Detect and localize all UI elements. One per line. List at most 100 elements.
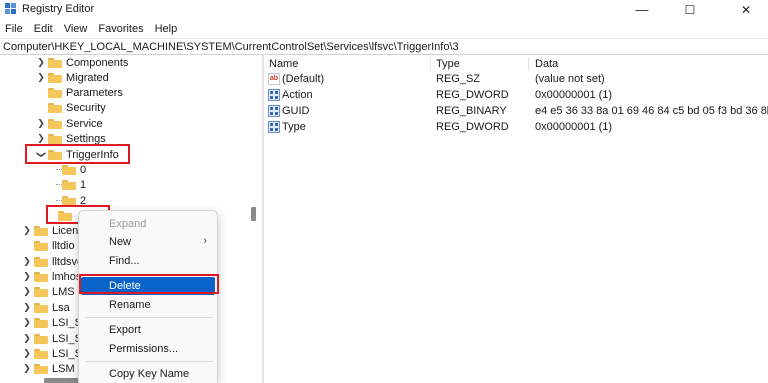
tree-item-lsa[interactable]: ❯ Lsa — [22, 300, 70, 315]
menu-item-copy-key-name[interactable]: Copy Key Name — [81, 365, 215, 383]
value-data: (value not set) — [535, 73, 605, 85]
tree-vertical-scrollbar[interactable] — [250, 55, 258, 377]
chevron-right-icon[interactable]: ❯ — [22, 284, 32, 299]
value-data: 0x00000001 (1) — [535, 89, 613, 101]
menu-view[interactable]: View — [59, 20, 94, 38]
column-header-name[interactable]: Name — [269, 58, 298, 70]
scroll-thumb[interactable] — [251, 207, 256, 221]
menu-separator — [85, 317, 213, 318]
minimize-button[interactable]: — — [620, 0, 664, 19]
menu-item-permissions[interactable]: Permissions... — [81, 340, 215, 358]
values-list: Name Type Data ab (Default) REG_SZ (valu… — [264, 55, 768, 383]
tree-item-label: LMS — [52, 285, 75, 298]
tree-item-security[interactable]: Security — [48, 100, 106, 115]
tree-item-label: Settings — [66, 132, 106, 145]
title-bar: Registry Editor — ☐ ✕ — [0, 0, 768, 19]
folder-icon — [48, 133, 62, 144]
binary-value-icon — [268, 89, 280, 101]
context-menu: Expand New › Find... Delete Rename Expor… — [78, 210, 218, 383]
address-bar[interactable]: Computer\HKEY_LOCAL_MACHINE\SYSTEM\Curre… — [0, 38, 768, 55]
tree-item-lmhosts[interactable]: ❯ lmhos — [22, 269, 81, 284]
tree-item-label: 1 — [80, 178, 87, 191]
folder-icon — [48, 72, 62, 83]
folder-icon — [34, 302, 48, 313]
tree-item-lltdsvc[interactable]: ❯ lltdsvc — [22, 254, 82, 269]
menu-item-new[interactable]: New › — [81, 233, 215, 251]
menu-edit[interactable]: Edit — [29, 20, 59, 38]
menu-item-export[interactable]: Export — [81, 321, 215, 339]
chevron-right-icon[interactable]: ❯ — [22, 300, 32, 315]
value-row[interactable]: Type REG_DWORD 0x00000001 (1) — [264, 120, 768, 136]
folder-icon — [62, 195, 76, 206]
chevron-right-icon[interactable]: ❯ — [22, 269, 32, 284]
chevron-right-icon[interactable]: ❯ — [22, 361, 32, 376]
binary-value-icon — [268, 121, 280, 133]
value-name: GUID — [282, 105, 310, 117]
maximize-button[interactable]: ☐ — [668, 0, 712, 19]
menu-item-find[interactable]: Find... — [81, 252, 215, 270]
value-name: Type — [282, 121, 306, 133]
tree-item-label: Migrated — [66, 71, 109, 84]
folder-icon — [34, 333, 48, 344]
tree-item-label: Security — [66, 101, 106, 114]
close-button[interactable]: ✕ — [724, 0, 768, 19]
menu-separator — [85, 361, 213, 362]
folder-icon — [34, 363, 48, 374]
value-type: REG_BINARY — [436, 105, 507, 117]
menu-item-label: New — [109, 236, 132, 248]
column-header-data[interactable]: Data — [535, 58, 558, 70]
chevron-right-icon[interactable]: ❯ — [36, 116, 46, 131]
chevron-right-icon[interactable]: ❯ — [36, 55, 46, 70]
menu-bar: File Edit View Favorites Help — [0, 20, 183, 38]
tree-item-lms[interactable]: ❯ LMS — [22, 284, 75, 299]
chevron-right-icon: › — [203, 235, 207, 247]
menu-favorites[interactable]: Favorites — [93, 20, 149, 38]
folder-icon — [34, 348, 48, 359]
string-value-icon: ab — [268, 73, 280, 85]
chevron-right-icon[interactable]: ❯ — [22, 331, 32, 346]
menu-help[interactable]: Help — [150, 20, 184, 38]
chevron-right-icon[interactable]: ❯ — [36, 70, 46, 85]
menu-item-expand[interactable]: Expand — [81, 215, 215, 233]
folder-icon — [48, 57, 62, 68]
registry-editor-icon — [5, 3, 17, 15]
tree-item-lltdio[interactable]: lltdio — [34, 238, 75, 253]
tree-item-lsm[interactable]: ❯ LSM — [22, 361, 75, 376]
value-type: REG_SZ — [436, 73, 481, 85]
value-row[interactable]: GUID REG_BINARY e4 e5 36 33 8a 01 69 46 … — [264, 104, 768, 120]
chevron-right-icon[interactable]: ❯ — [22, 346, 32, 361]
chevron-right-icon[interactable]: ❯ — [22, 254, 32, 269]
folder-icon — [34, 240, 48, 251]
value-data: 0x00000001 (1) — [535, 121, 613, 133]
tree-item-label: LSM — [52, 362, 75, 375]
chevron-right-icon[interactable]: ❯ — [22, 223, 32, 238]
column-header-type[interactable]: Type — [436, 58, 460, 70]
value-row[interactable]: Action REG_DWORD 0x00000001 (1) — [264, 88, 768, 104]
tree-item-label: Service — [66, 117, 103, 130]
tree-item-label: Parameters — [66, 86, 123, 99]
tree-item-0[interactable]: 0 — [62, 162, 86, 177]
highlight-box-triggerinfo — [25, 144, 130, 164]
folder-icon — [48, 87, 62, 98]
menu-item-rename[interactable]: Rename — [81, 296, 215, 314]
value-name: (Default) — [282, 73, 325, 85]
tree-item-service[interactable]: ❯ Service — [36, 116, 103, 131]
tree-item-label: Lsa — [52, 301, 70, 314]
folder-icon — [62, 164, 76, 175]
folder-icon — [48, 102, 62, 113]
folder-icon — [34, 256, 48, 267]
chevron-right-icon[interactable]: ❯ — [22, 315, 32, 330]
folder-icon — [34, 225, 48, 236]
tree-item-label: Components — [66, 56, 129, 69]
tree-item-1[interactable]: 1 — [62, 177, 86, 192]
binary-value-icon — [268, 105, 280, 117]
tree-item-migrated[interactable]: ❯ Migrated — [36, 70, 109, 85]
tree-item-parameters[interactable]: Parameters — [48, 85, 123, 100]
menu-file[interactable]: File — [0, 20, 29, 38]
value-name: Action — [282, 89, 313, 101]
value-type: REG_DWORD — [436, 89, 509, 101]
tree-item-components[interactable]: ❯ Components — [36, 55, 128, 70]
folder-icon — [34, 286, 48, 297]
value-row[interactable]: ab (Default) REG_SZ (value not set) — [264, 72, 768, 88]
value-type: REG_DWORD — [436, 121, 509, 133]
